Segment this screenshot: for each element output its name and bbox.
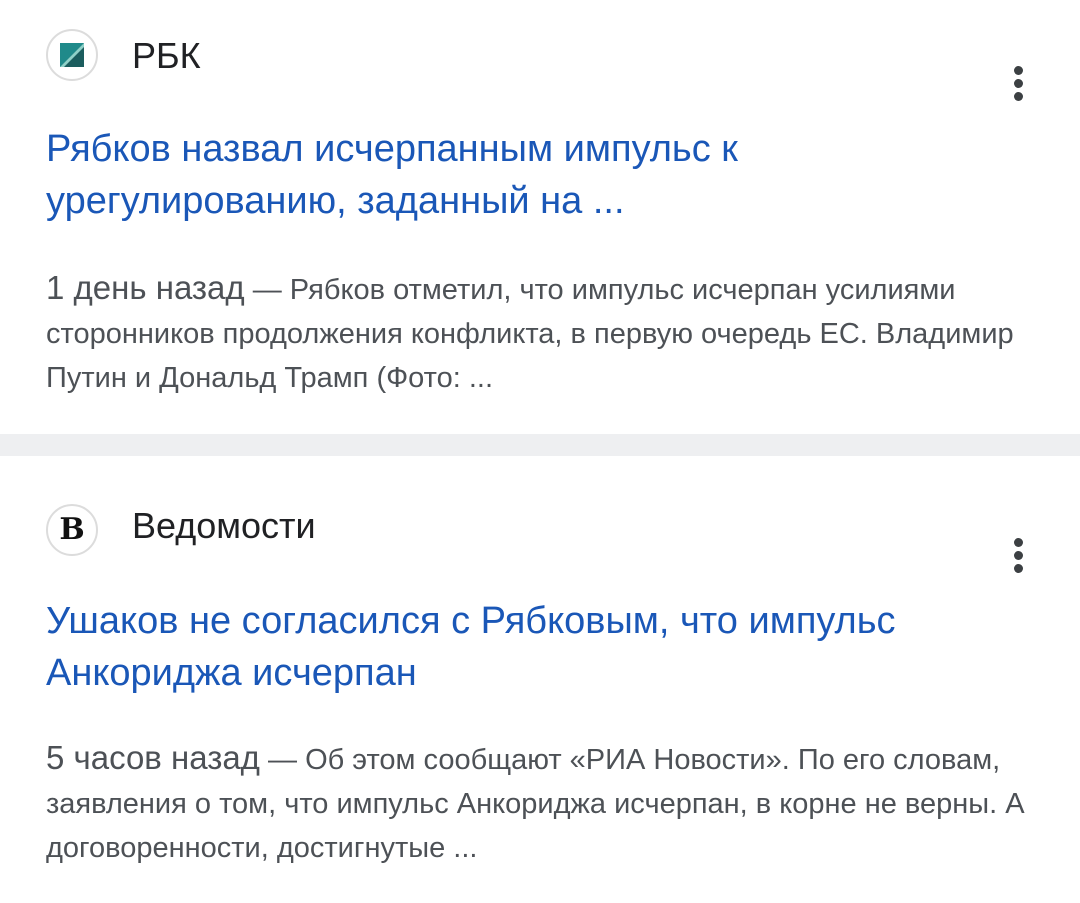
result-headline-link[interactable]: Рябков назвал исчерпанным импульс к урег… <box>46 123 1036 227</box>
card-divider <box>0 434 1080 456</box>
result-age: 1 день назад <box>46 269 245 306</box>
age-separator: — <box>244 274 290 306</box>
source-name[interactable]: РБК <box>132 36 201 76</box>
rbk-logo-icon <box>60 43 84 67</box>
more-options-icon[interactable] <box>1004 534 1034 578</box>
news-result-card[interactable]: B Ведомости Ушаков не согласился с Рябко… <box>0 456 1080 903</box>
result-headline-link[interactable]: Ушаков не согласился с Рябковым, что имп… <box>46 595 1036 699</box>
result-snippet: 5 часов назад — Об этом сообщают «РИА Но… <box>46 736 1036 870</box>
source-favicon: B <box>46 504 98 556</box>
result-age: 5 часов назад <box>46 739 260 776</box>
vedomosti-logo-icon: B <box>59 512 85 547</box>
age-separator: — <box>259 744 306 776</box>
result-snippet: 1 день назад — Рябков отметил, что импул… <box>46 266 1036 400</box>
source-name[interactable]: Ведомости <box>132 506 316 546</box>
source-favicon <box>46 29 98 81</box>
news-result-card[interactable]: РБК Рябков назвал исчерпанным импульс к … <box>0 0 1080 434</box>
more-options-icon[interactable] <box>1004 62 1034 106</box>
